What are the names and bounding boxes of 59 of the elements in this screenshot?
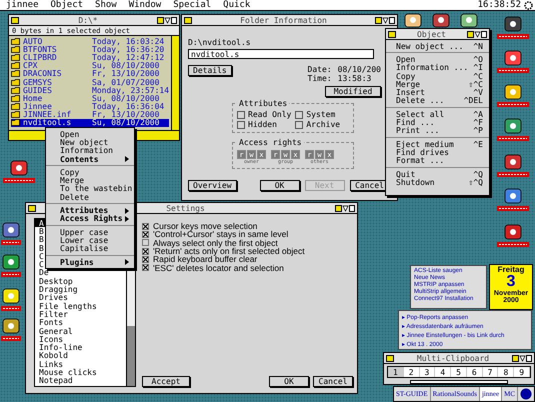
shortcut: ^Q (473, 170, 483, 179)
file-name: JINNEE.inf (23, 110, 72, 120)
calendar-day: 3 (506, 274, 516, 290)
file-date: Today, 12:47:12 (92, 52, 164, 62)
date-label: Date: (308, 65, 332, 74)
shortcut: ^P (473, 126, 483, 136)
window-title: D:\* (78, 16, 98, 24)
file-name: CPX (23, 61, 38, 70)
window-title: Settings (166, 204, 205, 212)
shortcut: ⇧^C (468, 80, 483, 89)
option-label: Cursor keys move selection (153, 221, 258, 232)
date-value: 08/10/200 (338, 65, 381, 74)
checkbox-label: System (306, 110, 336, 119)
file-name: nvditool.s (23, 118, 72, 128)
file-path: D:\nvditool.s (188, 38, 252, 47)
file-date: Su, 08/10/2000 (92, 118, 160, 128)
clock: 16:38:52 (476, 0, 522, 10)
shortcut: ^A (473, 110, 483, 119)
file-date: Fr, 13/10/2000 (92, 110, 160, 120)
time-value: 13:58:3 (338, 74, 372, 83)
checkbox-label: Hidden (248, 120, 277, 129)
window-title: Multi-Clipboard (416, 354, 490, 362)
file-name: GEMSYS (23, 78, 53, 87)
file-name: Jinnee (23, 102, 52, 112)
file-name: GUIDES (23, 86, 53, 95)
option-label: 'ESC' deletes locator and selection (153, 262, 284, 273)
file-date: Su, 08/10/2000 (92, 94, 160, 103)
file-date: Today, 16:36:20 (92, 44, 164, 54)
file-name: CLIPBRD (23, 52, 58, 62)
file-date: Fr, 13/10/2000 (92, 69, 160, 78)
file-name: AUTO (23, 36, 44, 46)
checkbox-label: Read Only (248, 110, 292, 119)
shortcut: ^V (473, 88, 483, 98)
calendar-weekday: Freitag (498, 265, 524, 274)
option-label: Rapid keyboard buffer clear (153, 254, 258, 264)
file-date: Today, 16:03:24 (92, 36, 164, 46)
window-title: Object (417, 30, 446, 38)
shortcut: ⇧^Q (468, 178, 483, 187)
time-label: Time: (308, 74, 332, 83)
shortcut: ^C (473, 72, 483, 81)
file-date: Sa, 01/07/2000 (92, 78, 160, 87)
file-name: Home (23, 94, 42, 103)
file-date: Su, 08/10/2000 (92, 61, 160, 70)
file-date: Today, 16:36:04 (92, 102, 164, 112)
shortcut: ^E (473, 140, 483, 149)
file-name: DRACONIS (23, 69, 63, 78)
checkbox-label: Archive (306, 120, 340, 129)
shortcut: ^DEL (464, 96, 483, 106)
file-date: Monday, 23:57:14 (92, 86, 170, 95)
shortcut: ^I (473, 63, 483, 72)
shortcut: ^N (473, 42, 483, 51)
option-label: 'Control+Cursor' stays in same level (153, 229, 288, 240)
window-title: Folder Information (240, 16, 327, 24)
group-title: Attributes (237, 99, 290, 108)
shortcut: ^F (473, 118, 483, 128)
option-label: Always select only the first object (153, 238, 278, 248)
group-title: Access rights (237, 138, 304, 147)
shortcut: ^O (473, 54, 483, 64)
file-name: BTFONTS (23, 44, 58, 54)
